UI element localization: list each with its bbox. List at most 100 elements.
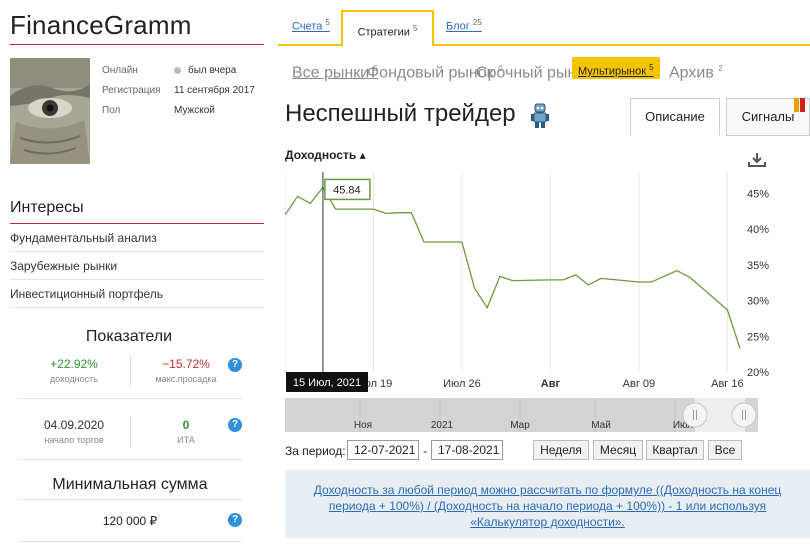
yield-value: +22.92%	[50, 357, 98, 371]
start-cell: 04.09.2020 начало торгов	[24, 410, 124, 445]
start-date-label: начало торгов	[44, 435, 104, 445]
help-icon[interactable]: ?	[228, 513, 242, 527]
navigator-label: Май	[591, 420, 611, 431]
formula-note: Доходность за любой период можно рассчит…	[285, 470, 810, 538]
tab-label: Счета	[292, 20, 323, 33]
profile-row-gender: Пол Мужской	[102, 100, 255, 120]
navigator-handle-right[interactable]	[731, 402, 757, 428]
period-all-button[interactable]: Все	[708, 440, 742, 460]
period-week-button[interactable]: Неделя	[533, 440, 589, 460]
profile-name-divider	[10, 44, 264, 45]
profile-info: Онлайн был вчера Регистрация 11 сентября…	[102, 60, 255, 120]
yield-cell: +22.92% доходность	[24, 349, 124, 384]
y-tick-label: 45%	[747, 188, 769, 200]
ita-cell: 0 ИТА	[136, 410, 236, 445]
ita-value: 0	[182, 418, 190, 432]
robot-icon	[531, 103, 549, 128]
tooltip-value: 45.84	[333, 184, 361, 196]
period-to-input[interactable]: 17-08-2021	[431, 440, 503, 460]
interest-item[interactable]: Фундаментальный анализ	[10, 224, 264, 252]
x-tick-label: Авг 16	[711, 378, 743, 390]
profile-value: 11 сентября 2017	[174, 84, 255, 96]
help-icon[interactable]: ?	[228, 418, 242, 432]
subtab-all-markets[interactable]: Все рынки 5	[292, 58, 378, 82]
tab-label: Стратегии	[357, 26, 410, 39]
tab-accounts[interactable]: Счета 5	[292, 18, 330, 33]
interest-item[interactable]: Инвестиционный портфель	[10, 280, 264, 308]
subtab-label: Все рынки	[292, 64, 370, 82]
profile-key: Пол	[102, 104, 121, 116]
period-from-input[interactable]: 12-07-2021	[347, 440, 419, 460]
y-tick-label: 40%	[747, 224, 769, 236]
interests-title: Интересы	[10, 199, 84, 216]
tab-count: 5	[325, 18, 330, 27]
y-tick-label: 30%	[747, 296, 769, 308]
subtab-label: Фондовый рынок	[367, 64, 494, 82]
yield-chart-title[interactable]: Доходность ▴	[285, 148, 366, 162]
indicators-title: Показатели	[85, 328, 173, 345]
avatar	[10, 58, 90, 164]
strategy-title: Неспешный трейдер	[285, 100, 516, 127]
download-icon[interactable]	[747, 152, 767, 168]
subtab-multimarket[interactable]: Мультирынок 5	[572, 57, 660, 79]
plot-background	[285, 172, 740, 372]
help-icon[interactable]: ?	[228, 358, 242, 372]
yield-label: доходность	[50, 374, 98, 384]
online-status-text: был вчера	[188, 64, 237, 76]
navigator-label: Мар	[510, 420, 530, 431]
interest-item[interactable]: Зарубежные рынки	[10, 252, 264, 280]
ita-label: ИТА	[177, 435, 195, 445]
formula-link[interactable]: Доходность за любой период можно рассчит…	[305, 482, 790, 498]
indicator-separator	[130, 355, 131, 387]
x-tick-label: Июл 26	[443, 378, 481, 390]
drawdown-cell: −15.72% макс.просадка	[136, 349, 236, 384]
yield-chart[interactable]: 45%40%35%30%25%20%Июл 19 Июл 26 Авг Авг 09 А…	[285, 172, 810, 398]
period-label: За период:	[285, 444, 346, 458]
profile-column: FinanceGramm Онлайн был вчера Регистраци…	[0, 0, 270, 556]
active-tab-gap	[343, 44, 432, 47]
ribbon-icon	[794, 98, 805, 112]
period-dash: -	[423, 444, 427, 458]
x-tick-label: Авг	[541, 378, 561, 390]
tab-blog[interactable]: Блог 25	[446, 18, 482, 33]
start-date-value: 04.09.2020	[43, 418, 105, 432]
min-sum-title: Минимальная сумма	[52, 476, 208, 493]
navigator-handle-left[interactable]	[682, 402, 708, 428]
subtab-archive[interactable]: Архив 2	[669, 58, 723, 82]
profile-key: Онлайн	[102, 64, 138, 76]
y-tick-label: 25%	[747, 331, 769, 343]
formula-link[interactable]: периода + 100%) / (Доходность на начало …	[305, 498, 790, 514]
period-quarter-button[interactable]: Квартал	[646, 440, 704, 460]
profile-value: Мужской	[174, 104, 215, 116]
drawdown-label: макс.просадка	[155, 374, 217, 384]
subtab-label: Мультирынок	[578, 65, 647, 78]
navigator-label: Ноя	[354, 420, 372, 431]
tab-count: 5	[412, 24, 418, 33]
indicators-row-yield: +22.92% доходность −15.72% макс.просадка	[18, 349, 242, 399]
period-month-button[interactable]: Месяц	[593, 440, 643, 460]
subtab-label: Архив	[669, 64, 714, 82]
tab-label: Блог	[446, 20, 470, 33]
subtab-count: 2	[718, 64, 723, 73]
profile-row-online: Онлайн был вчера	[102, 60, 255, 80]
min-sum-divider	[18, 499, 242, 500]
tab-strategies[interactable]: Стратегии 5	[341, 10, 434, 46]
offline-status-icon	[174, 66, 181, 74]
y-tick-label: 20%	[747, 367, 769, 379]
tab-description[interactable]: Описание	[630, 98, 720, 136]
formula-link[interactable]: «Калькулятор доходности».	[305, 514, 790, 530]
y-tick-label: 35%	[747, 260, 769, 272]
profile-name: FinanceGramm	[10, 10, 192, 40]
crosshair-date-label: 15 Июл, 2021	[293, 377, 361, 389]
indicator-separator	[130, 416, 131, 448]
tab-count: 25	[472, 18, 482, 27]
profile-value: был вчера	[174, 65, 236, 76]
min-sum-value: 120 000 ₽	[102, 514, 158, 528]
subtab-count: 5	[649, 63, 654, 72]
min-sum-bottom-divider	[18, 541, 242, 542]
indicators-row-start: 04.09.2020 начало торгов 0 ИТА	[18, 410, 242, 460]
profile-key: Регистрация	[102, 84, 161, 96]
chart-navigator[interactable]: Ноя 2021 Мар Май Июл	[285, 398, 758, 432]
navigator-label: 2021	[431, 420, 454, 431]
drawdown-value: −15.72%	[162, 357, 210, 371]
